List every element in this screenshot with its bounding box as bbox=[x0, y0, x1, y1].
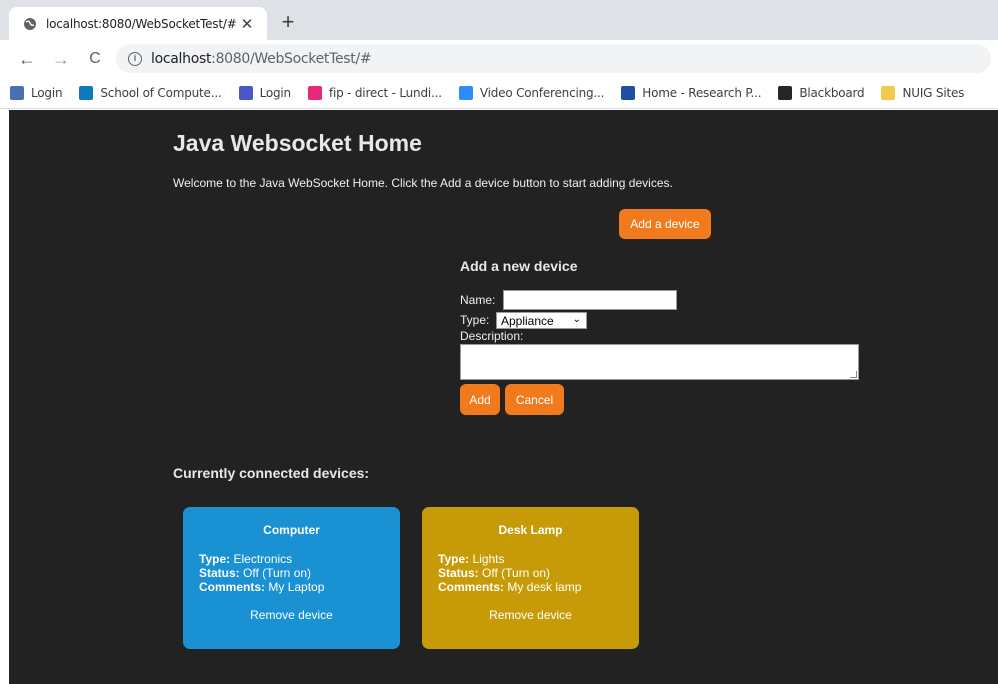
page-title: Java Websocket Home bbox=[173, 130, 422, 156]
description-label: Description: bbox=[460, 329, 524, 343]
bookmark-label: Login bbox=[259, 85, 292, 100]
bookmark-label: Home - Research P... bbox=[642, 85, 762, 100]
back-button[interactable]: ← bbox=[16, 48, 38, 70]
devices-heading: Currently connected devices: bbox=[173, 465, 370, 481]
bookmark-label: fip - direct - Lundi... bbox=[328, 85, 442, 100]
reload-button[interactable]: C bbox=[84, 48, 106, 70]
add-button[interactable]: Add bbox=[460, 384, 500, 415]
device-comments-row: Comments: My desk lamp bbox=[438, 580, 582, 594]
bookmark-icon bbox=[307, 85, 322, 100]
globe-icon bbox=[23, 17, 37, 31]
bookmark-item[interactable]: Login bbox=[10, 85, 63, 100]
bookmark-item[interactable]: Login bbox=[238, 85, 292, 100]
bookmark-item[interactable]: fip - direct - Lundi... bbox=[307, 85, 442, 100]
new-tab-button[interactable]: + bbox=[274, 9, 302, 37]
device-name: Computer bbox=[263, 523, 320, 537]
remove-device-link[interactable]: Remove device bbox=[199, 608, 384, 622]
bookmark-item[interactable]: School of Compute... bbox=[79, 85, 222, 100]
remove-device-link[interactable]: Remove device bbox=[438, 608, 623, 622]
bookmark-label: Blackboard bbox=[799, 85, 865, 100]
bookmark-icon bbox=[621, 85, 636, 100]
address-bar[interactable]: i localhost:8080/WebSocketTest/# bbox=[116, 44, 991, 73]
page-intro-text: Welcome to the Java WebSocket Home. Clic… bbox=[173, 176, 673, 190]
bookmark-label: Video Conferencing... bbox=[479, 85, 605, 100]
bookmark-item[interactable]: Home - Research P... bbox=[621, 85, 762, 100]
type-label: Type: bbox=[460, 313, 490, 327]
device-type-row: Type: Electronics bbox=[199, 552, 293, 566]
tab-title: localhost:8080/WebSocketTest/# bbox=[46, 16, 237, 31]
device-status-toggle[interactable]: Off (Turn on) bbox=[482, 566, 550, 580]
device-card-computer: Computer Type: Electronics Status: Off (… bbox=[183, 507, 400, 649]
cancel-button[interactable]: Cancel bbox=[505, 384, 564, 415]
chevron-down-icon: ⌄ bbox=[572, 314, 581, 325]
browser-tab-strip: localhost:8080/WebSocketTest/# ✕ + bbox=[0, 0, 998, 40]
type-selected-value: Appliance bbox=[501, 313, 554, 328]
bookmark-label: School of Compute... bbox=[100, 85, 222, 100]
resize-handle-icon[interactable] bbox=[850, 371, 857, 378]
forward-button[interactable]: → bbox=[50, 48, 72, 70]
page-content: Java Websocket Home Welcome to the Java … bbox=[9, 110, 998, 684]
browser-toolbar: ← → C i localhost:8080/WebSocketTest/# bbox=[0, 40, 998, 77]
url-text: localhost:8080/WebSocketTest/# bbox=[151, 50, 372, 67]
info-icon[interactable]: i bbox=[128, 51, 142, 66]
description-textarea[interactable] bbox=[460, 344, 859, 380]
form-title: Add a new device bbox=[460, 258, 578, 274]
bookmark-item[interactable]: Video Conferencing... bbox=[458, 85, 605, 100]
bookmark-icon bbox=[778, 85, 793, 100]
device-card-desk-lamp: Desk Lamp Type: Lights Status: Off (Turn… bbox=[422, 507, 639, 649]
name-label: Name: bbox=[460, 293, 496, 307]
close-tab-icon[interactable]: ✕ bbox=[239, 15, 255, 33]
bookmark-icon bbox=[458, 85, 473, 100]
bookmark-icon bbox=[79, 85, 94, 100]
device-status-toggle[interactable]: Off (Turn on) bbox=[243, 566, 311, 580]
device-name: Desk Lamp bbox=[498, 523, 563, 537]
bookmark-label: Login bbox=[31, 85, 63, 100]
device-type-row: Type: Lights bbox=[438, 552, 505, 566]
device-comments-row: Comments: My Laptop bbox=[199, 580, 325, 594]
device-status-row: Status: Off (Turn on) bbox=[199, 566, 312, 580]
bookmark-label: NUIG Sites bbox=[902, 85, 965, 100]
bookmarks-bar: Login School of Compute... Login fip - dire… bbox=[0, 77, 998, 109]
bookmark-icon bbox=[881, 85, 896, 100]
bookmark-item[interactable]: Blackboard bbox=[778, 85, 865, 100]
bookmark-icon bbox=[10, 85, 24, 100]
device-status-row: Status: Off (Turn on) bbox=[438, 566, 551, 580]
name-input[interactable] bbox=[503, 290, 677, 310]
browser-tab[interactable]: localhost:8080/WebSocketTest/# ✕ bbox=[9, 7, 267, 40]
bookmark-item[interactable]: NUIG Sites bbox=[881, 85, 965, 100]
type-select[interactable]: Appliance ⌄ bbox=[496, 312, 587, 329]
bookmark-icon bbox=[238, 85, 253, 100]
add-device-button[interactable]: Add a device bbox=[619, 209, 711, 239]
